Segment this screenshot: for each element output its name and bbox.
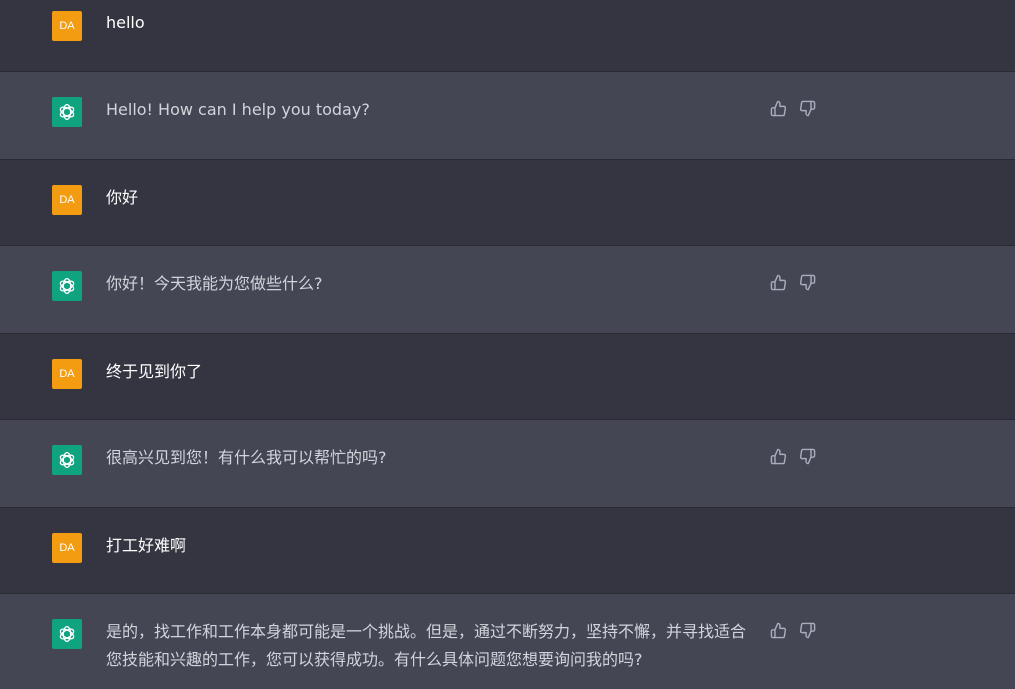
thumbs-up-icon[interactable] — [770, 622, 787, 639]
message-row-user: DA hello — [0, 0, 1015, 72]
thumbs-down-icon[interactable] — [799, 274, 816, 291]
feedback-buttons — [770, 448, 816, 465]
openai-logo-icon — [52, 445, 82, 475]
thumbs-up-icon[interactable] — [770, 274, 787, 291]
user-avatar: DA — [52, 359, 82, 389]
thumbs-down-icon[interactable] — [799, 622, 816, 639]
message-text: 你好！今天我能为您做些什么? — [106, 274, 323, 293]
feedback-buttons — [770, 622, 816, 639]
message-text: hello — [106, 13, 145, 32]
feedback-buttons — [770, 100, 816, 117]
message-text: 你好 — [106, 188, 139, 207]
user-avatar-label: DA — [59, 368, 75, 380]
chat-thread: DA hello Hello! How can I help you today… — [0, 0, 1015, 689]
message-text: 很高兴见到您！有什么我可以帮忙的吗? — [106, 448, 387, 467]
message-text: 是的，找工作和工作本身都可能是一个挑战。但是，通过不断努力，坚持不懈，并寻找适合… — [106, 622, 747, 669]
thumbs-up-icon[interactable] — [770, 100, 787, 117]
user-avatar: DA — [52, 185, 82, 215]
message-text: 终于见到你了 — [106, 362, 203, 381]
user-avatar-label: DA — [59, 20, 75, 32]
message-row-assistant: Hello! How can I help you today? — [0, 72, 1015, 160]
message-row-user: DA 你好 — [0, 160, 1015, 246]
message-row-assistant: 很高兴见到您！有什么我可以帮忙的吗? — [0, 420, 1015, 508]
message-row-user: DA 打工好难啊 — [0, 508, 1015, 594]
openai-logo-icon — [52, 271, 82, 301]
message-row-user: DA 终于见到你了 — [0, 334, 1015, 420]
thumbs-down-icon[interactable] — [799, 100, 816, 117]
user-avatar-label: DA — [59, 542, 75, 554]
feedback-buttons — [770, 274, 816, 291]
openai-logo-icon — [52, 97, 82, 127]
thumbs-up-icon[interactable] — [770, 448, 787, 465]
openai-logo-icon — [52, 619, 82, 649]
thumbs-down-icon[interactable] — [799, 448, 816, 465]
user-avatar-label: DA — [59, 194, 75, 206]
user-avatar: DA — [52, 533, 82, 563]
message-row-assistant: 你好！今天我能为您做些什么? — [0, 246, 1015, 334]
message-text: 打工好难啊 — [106, 536, 187, 555]
message-text: Hello! How can I help you today? — [106, 100, 370, 119]
user-avatar: DA — [52, 11, 82, 41]
message-row-assistant: 是的，找工作和工作本身都可能是一个挑战。但是，通过不断努力，坚持不懈，并寻找适合… — [0, 594, 1015, 689]
